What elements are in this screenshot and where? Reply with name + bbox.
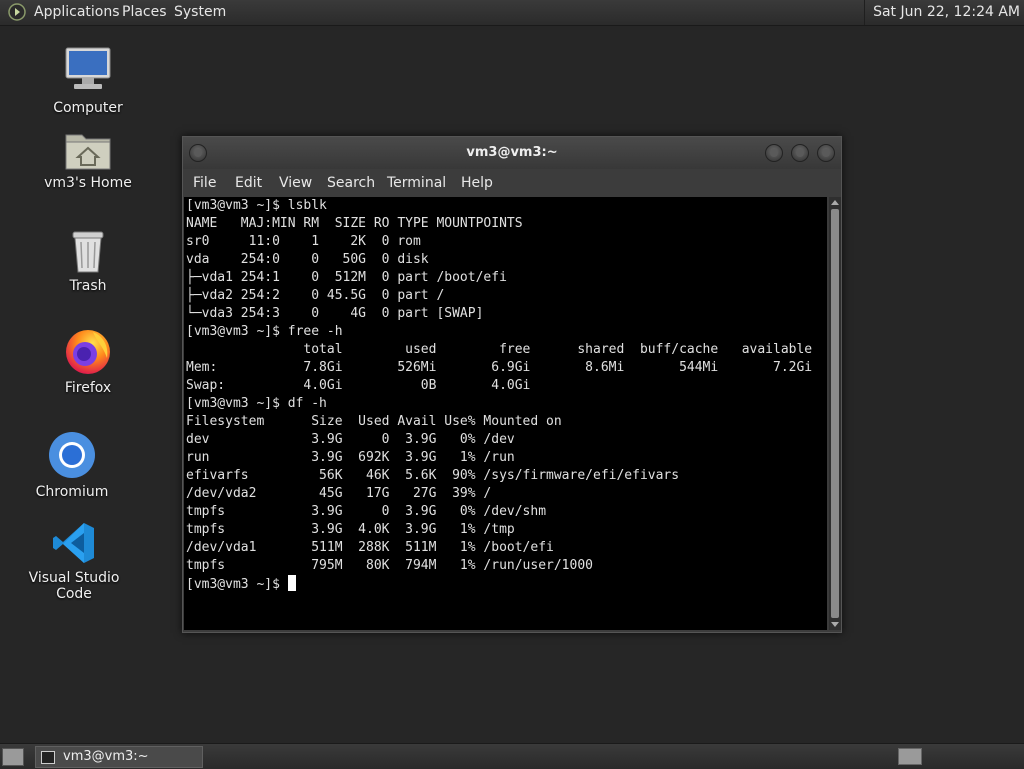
workspace-switcher[interactable] [898, 748, 922, 765]
window-menu-button[interactable] [189, 144, 207, 162]
top-panel: Applications Places System Sat Jun 22, 1… [0, 0, 1024, 26]
terminal-line: tmpfs 3.9G 0 3.9G 0% /dev/shm [186, 504, 547, 519]
terminal-line: [vm3@vm3 ~]$ lsblk [186, 198, 327, 213]
terminal-line: sr0 11:0 1 2K 0 rom [186, 234, 421, 249]
menu-file[interactable]: File [193, 169, 216, 197]
menu-help[interactable]: Help [461, 169, 493, 197]
scroll-down-arrow-icon[interactable] [831, 622, 839, 627]
terminal-output[interactable]: [vm3@vm3 ~]$ lsblk NAME MAJ:MIN RM SIZE R… [184, 197, 827, 630]
terminal-line: total used free shared buff/cache availa… [186, 342, 813, 357]
distro-logo-icon[interactable] [8, 3, 26, 21]
firefox-icon [66, 330, 110, 374]
desktop-icon-home[interactable]: vm3's Home [33, 127, 143, 191]
window-titlebar[interactable]: vm3@vm3:~ [183, 137, 841, 169]
terminal-window[interactable]: vm3@vm3:~ File Edit View Search Terminal… [182, 136, 842, 633]
computer-icon [65, 47, 111, 89]
maximize-button[interactable] [791, 144, 809, 162]
desktop-icon-trash[interactable]: Trash [33, 228, 143, 294]
desktop-icon-vscode[interactable]: Visual Studio Code [19, 520, 129, 602]
taskbar-item-terminal[interactable]: vm3@vm3:~ [35, 746, 203, 768]
menu-search[interactable]: Search [327, 169, 375, 197]
terminal-line: Swap: 4.0Gi 0B 4.0Gi [186, 378, 531, 393]
terminal-line: efivarfs 56K 46K 5.6K 90% /sys/firmware/… [186, 468, 680, 483]
bottom-panel: vm3@vm3:~ [0, 743, 1024, 769]
terminal-menubar: File Edit View Search Terminal Help [183, 169, 841, 197]
terminal-line: run 3.9G 692K 3.9G 1% /run [186, 450, 515, 465]
desktop-icon-label: vm3's Home [44, 175, 132, 191]
terminal-line: Filesystem Size Used Avail Use% Mounted … [186, 414, 562, 429]
terminal-line: Mem: 7.8Gi 526Mi 6.9Gi 8.6Mi 544Mi 7.2Gi [186, 360, 813, 375]
desktop-icon-label: Trash [69, 278, 107, 294]
home-folder-icon [65, 134, 111, 170]
terminal-line: NAME MAJ:MIN RM SIZE RO TYPE MOUNTPOINTS [186, 216, 523, 231]
terminal-cursor [287, 575, 296, 591]
terminal-line: └─vda3 254:3 0 4G 0 part [SWAP] [186, 306, 484, 321]
terminal-line: ├─vda1 254:1 0 512M 0 part /boot/efi [186, 270, 507, 285]
menu-edit[interactable]: Edit [235, 169, 262, 197]
terminal-line: tmpfs 3.9G 4.0K 3.9G 1% /tmp [186, 522, 515, 537]
places-menu[interactable]: Places [122, 0, 167, 25]
taskbar-item-label: vm3@vm3:~ [63, 749, 149, 764]
close-button[interactable] [817, 144, 835, 162]
desktop-icon-label: Firefox [64, 380, 112, 396]
window-title: vm3@vm3:~ [466, 145, 558, 160]
terminal-prompt: [vm3@vm3 ~]$ [186, 577, 288, 592]
system-menu[interactable]: System [174, 0, 226, 25]
desktop-icon-computer[interactable]: Computer [33, 44, 143, 116]
show-desktop-icon[interactable] [2, 748, 24, 766]
applications-menu[interactable]: Applications [34, 0, 120, 25]
terminal-icon [41, 751, 55, 764]
terminal-prompt-line[interactable]: [vm3@vm3 ~]$ [186, 575, 827, 593]
trash-icon [72, 231, 104, 273]
scroll-up-arrow-icon[interactable] [831, 200, 839, 205]
minimize-button[interactable] [765, 144, 783, 162]
terminal-line: vda 254:0 0 50G 0 disk [186, 252, 429, 267]
clock[interactable]: Sat Jun 22, 12:24 AM [864, 0, 1024, 25]
desktop-icon-label: Visual Studio Code [28, 570, 120, 602]
terminal-line: [vm3@vm3 ~]$ df -h [186, 396, 327, 411]
desktop-icon-chromium[interactable]: Chromium [17, 430, 127, 500]
terminal-line: dev 3.9G 0 3.9G 0% /dev [186, 432, 515, 447]
desktop-icon-label: Computer [53, 100, 123, 116]
desktop-icon-firefox[interactable]: Firefox [33, 326, 143, 396]
vscode-icon [53, 523, 94, 563]
terminal-line: [vm3@vm3 ~]$ free -h [186, 324, 343, 339]
terminal-line: ├─vda2 254:2 0 45.5G 0 part / [186, 288, 445, 303]
terminal-line: /dev/vda2 45G 17G 27G 39% / [186, 486, 492, 501]
terminal-line: tmpfs 795M 80K 794M 1% /run/user/1000 [186, 558, 593, 573]
terminal-line: /dev/vda1 511M 288K 511M 1% /boot/efi [186, 540, 554, 555]
terminal-scrollbar[interactable] [829, 197, 841, 630]
menu-view[interactable]: View [279, 169, 312, 197]
chromium-icon [49, 432, 95, 478]
scrollbar-thumb[interactable] [831, 209, 839, 618]
menu-terminal[interactable]: Terminal [387, 169, 446, 197]
desktop-icon-label: Chromium [35, 484, 109, 500]
